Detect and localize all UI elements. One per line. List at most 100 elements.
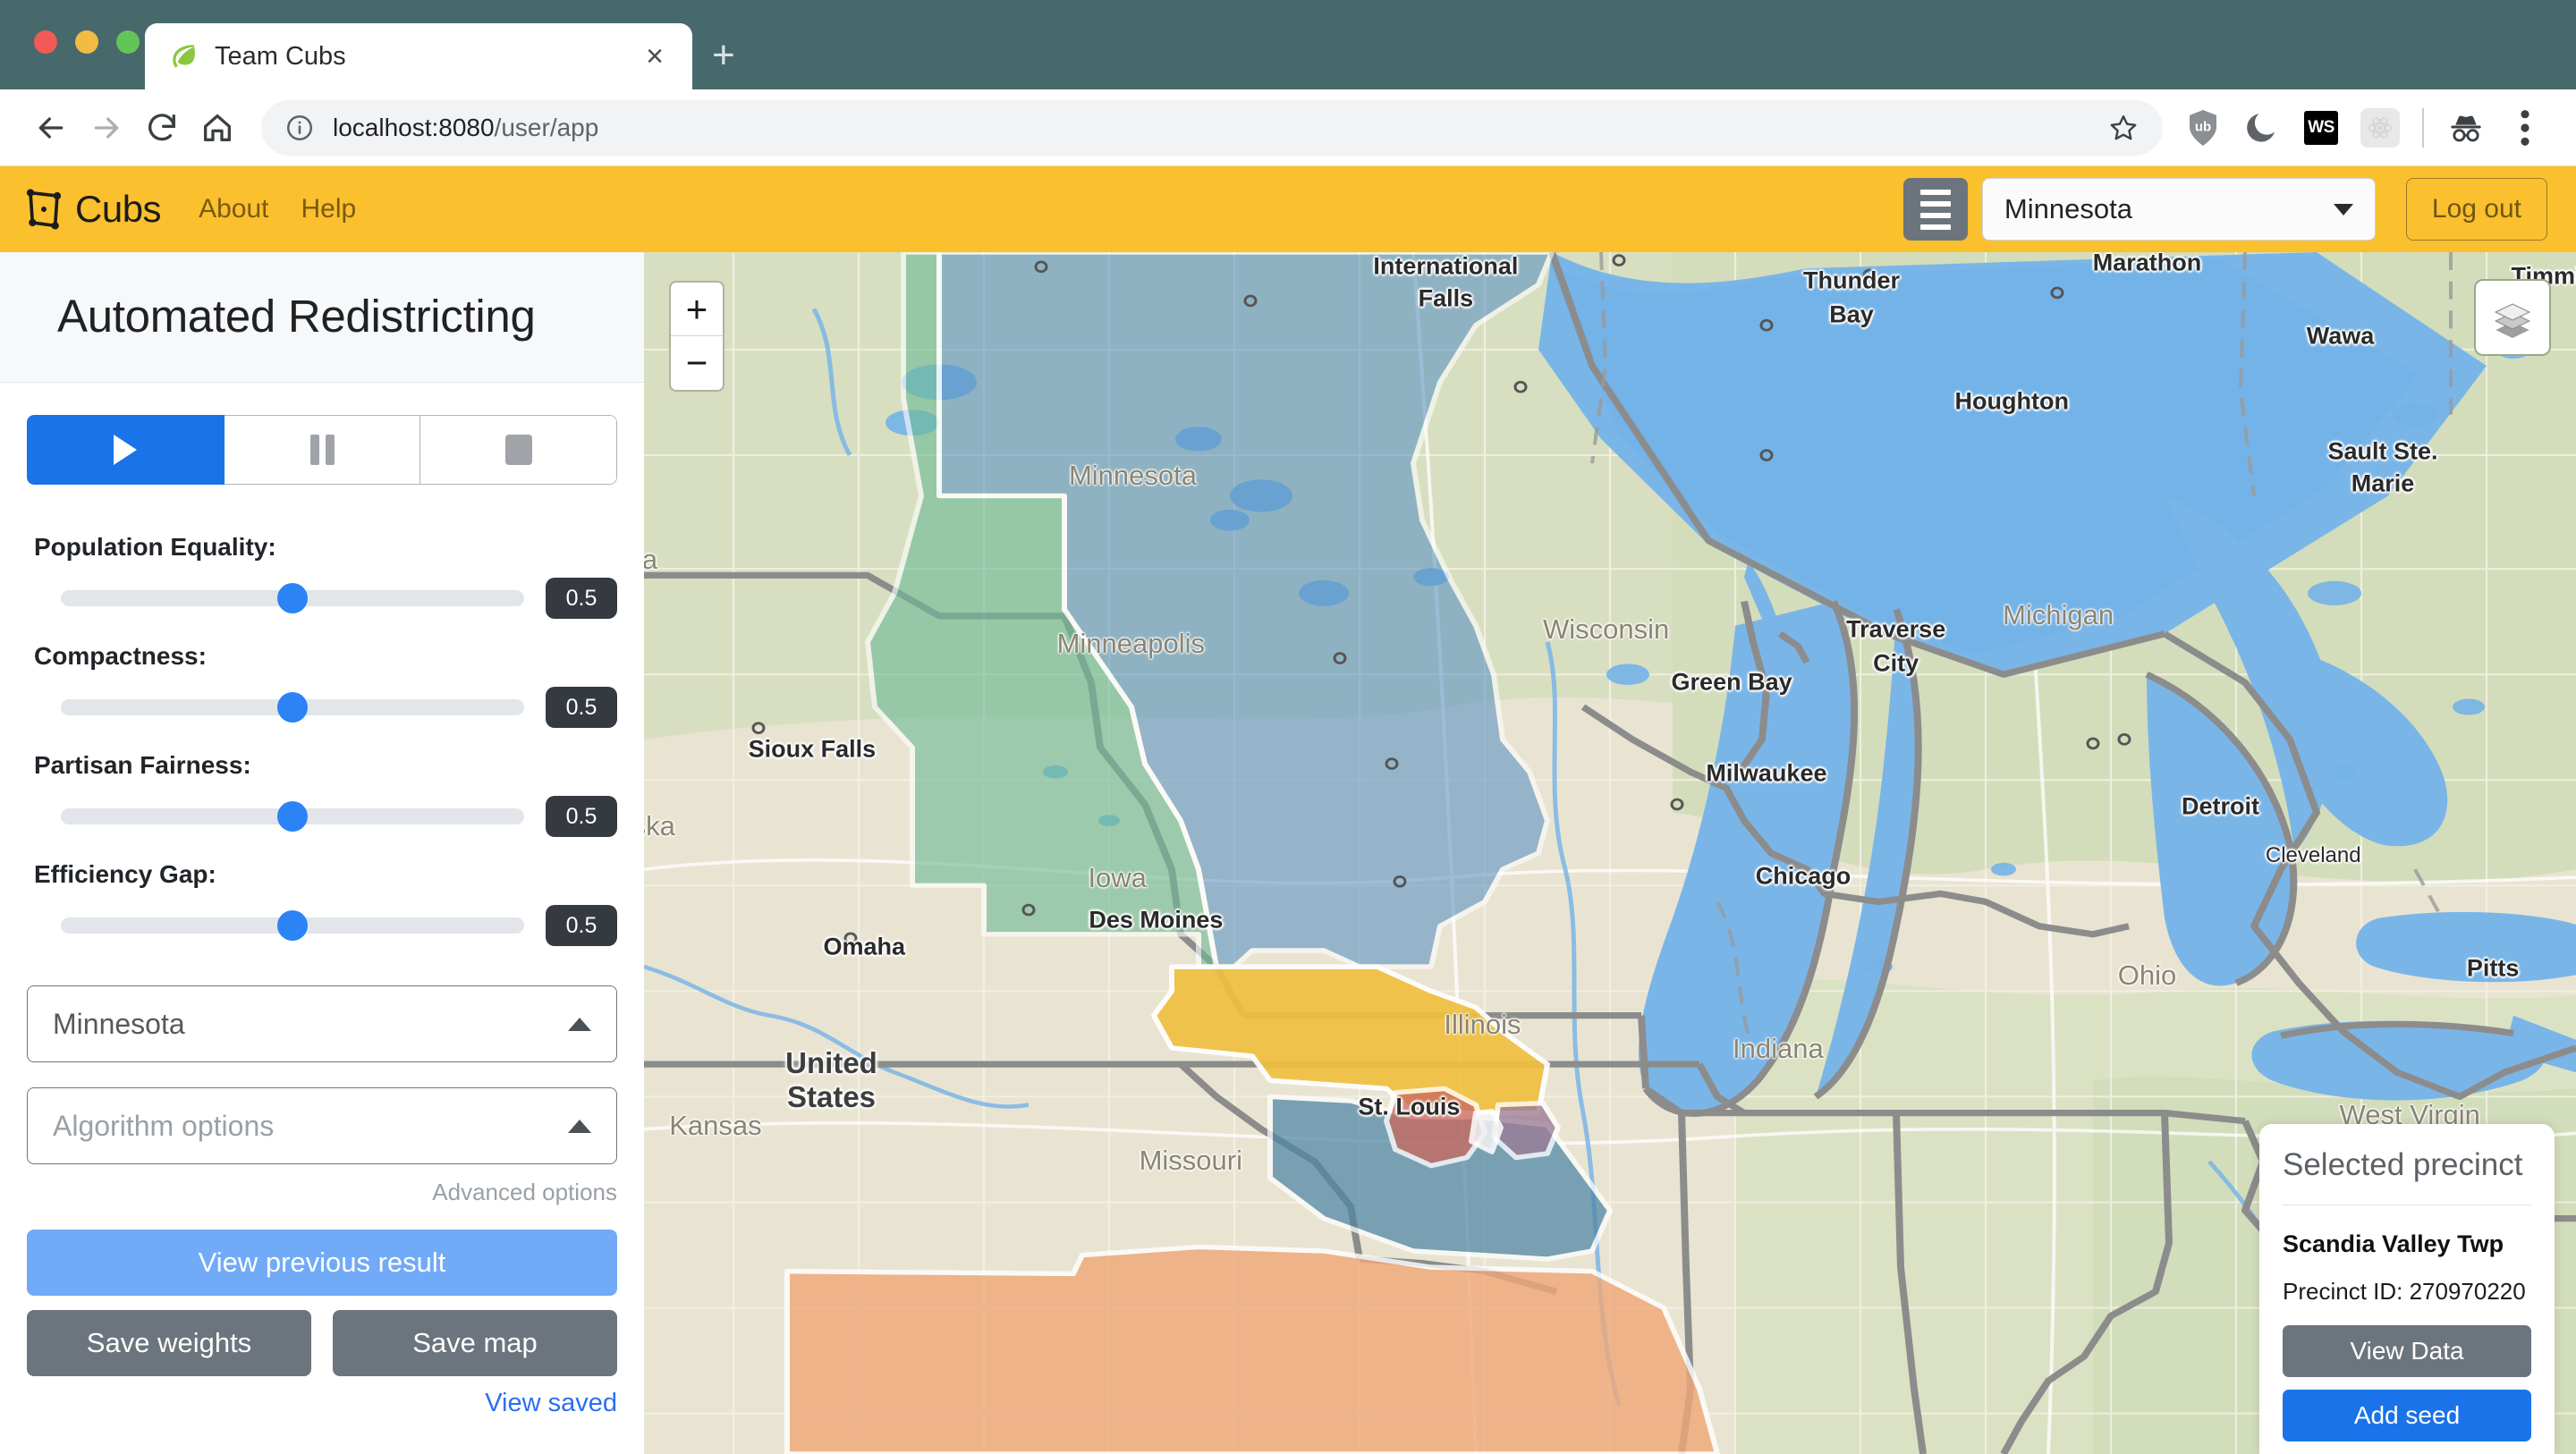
nav-link-help[interactable]: Help	[301, 194, 356, 224]
slider-label-efficiency-gap: Efficiency Gap:	[34, 860, 216, 888]
selected-precinct-title: Selected precinct	[2283, 1147, 2531, 1205]
transport-controls	[27, 415, 617, 485]
view-previous-result-button[interactable]: View previous result	[27, 1230, 617, 1296]
toolbar-divider	[2422, 107, 2424, 148]
sidebar-state-dropdown-value: Minnesota	[53, 1007, 185, 1040]
three-dot-menu-icon[interactable]	[2497, 100, 2553, 156]
browser-window: Team Cubs × + localhost:8080/user/app ub	[0, 0, 2576, 1454]
slider-label-partisan-fairness: Partisan Fairness:	[34, 751, 251, 779]
list-line	[1919, 189, 1951, 195]
play-button[interactable]	[27, 415, 225, 485]
page-title: Automated Redistricting	[57, 291, 536, 342]
close-icon[interactable]: ×	[640, 41, 669, 72]
ws-badge: WS	[2304, 110, 2338, 145]
slider-label-population-equality: Population Equality:	[34, 533, 276, 561]
url-path: /user/app	[494, 113, 599, 141]
info-circle-icon[interactable]	[284, 113, 315, 143]
browser-tab[interactable]: Team Cubs ×	[145, 23, 692, 89]
url-host: localhost:8080	[333, 113, 495, 141]
maximize-window-button[interactable]	[116, 30, 140, 54]
forward-arrow-icon[interactable]	[79, 100, 134, 156]
view-saved-link[interactable]: View saved	[27, 1389, 617, 1418]
tab-title: Team Cubs	[215, 41, 346, 71]
slider-value-compactness: 0.5	[546, 687, 617, 728]
main-content: Automated Redistricting Population Equal	[0, 252, 2576, 1454]
brand-link[interactable]: Cubs	[23, 188, 162, 231]
zoom-out-button[interactable]: −	[671, 336, 723, 390]
list-line	[1919, 200, 1951, 207]
reload-icon[interactable]	[134, 100, 190, 156]
window-traffic-lights	[34, 30, 140, 54]
view-data-button[interactable]: View Data	[2283, 1325, 2531, 1377]
district-enclave	[1469, 1109, 1504, 1154]
slider-row-population-equality: 0.5	[27, 578, 617, 619]
react-atom-icon	[2360, 107, 2400, 148]
slider-row-efficiency-gap: 0.5	[27, 905, 617, 946]
list-line	[1919, 212, 1951, 218]
slider-thumb[interactable]	[277, 583, 308, 613]
slider-thumb[interactable]	[277, 910, 308, 941]
advanced-options-link[interactable]: Advanced options	[27, 1179, 617, 1206]
slider-population-equality[interactable]	[61, 583, 524, 613]
minimize-window-button[interactable]	[75, 30, 98, 54]
slider-efficiency-gap[interactable]	[61, 910, 524, 941]
logout-button[interactable]: Log out	[2405, 178, 2547, 241]
new-tab-button[interactable]: +	[712, 36, 735, 75]
map-viewport[interactable]: International Falls Thunder Bay Marathon…	[644, 252, 2576, 1454]
header-state-select-value: Minnesota	[2004, 193, 2132, 224]
header-state-select[interactable]: Minnesota	[1981, 178, 2376, 241]
district-orange	[784, 1244, 1720, 1454]
home-icon[interactable]	[190, 100, 245, 156]
list-line	[1919, 224, 1951, 230]
address-bar[interactable]: localhost:8080/user/app	[261, 99, 2163, 156]
district-purple	[1491, 1100, 1561, 1161]
chevron-down-icon	[2333, 203, 2353, 216]
play-icon	[114, 435, 138, 465]
extension-icons: ub WS	[2175, 100, 2553, 156]
add-seed-button[interactable]: Add seed	[2283, 1390, 2531, 1441]
algorithm-options-dropdown[interactable]: Algorithm options	[27, 1087, 617, 1164]
wappalyzer-ws-icon[interactable]: WS	[2293, 100, 2349, 156]
selected-precinct-id: Precinct ID: 270970220	[2283, 1278, 2526, 1305]
save-button-row: Save weights Save map	[27, 1310, 617, 1376]
brand-name: Cubs	[75, 188, 162, 230]
slider-thumb[interactable]	[277, 801, 308, 832]
chevron-up-icon	[568, 1119, 591, 1133]
slider-thumb[interactable]	[277, 692, 308, 723]
slider-label-compactness: Compactness:	[34, 642, 207, 670]
map-zoom-controls: + −	[669, 281, 724, 392]
save-map-button[interactable]: Save map	[333, 1310, 617, 1376]
list-lines-icon[interactable]	[1902, 178, 1968, 241]
panel-header: Automated Redistricting	[0, 252, 644, 383]
stop-icon	[504, 435, 532, 465]
save-weights-button[interactable]: Save weights	[27, 1310, 311, 1376]
slider-value-population-equality: 0.5	[546, 578, 617, 619]
ublock-origin-icon[interactable]: ub	[2175, 100, 2231, 156]
layers-stack-icon	[2494, 303, 2531, 338]
dark-mode-moon-icon[interactable]	[2234, 100, 2290, 156]
react-devtools-icon[interactable]	[2352, 100, 2408, 156]
bookmark-star-icon[interactable]	[2107, 112, 2140, 144]
back-arrow-icon[interactable]	[23, 100, 79, 156]
slider-compactness[interactable]	[61, 692, 524, 723]
control-sidebar: Automated Redistricting Population Equal	[0, 252, 644, 1454]
sidebar-body: Population Equality: 0.5 Compactness: 0.…	[0, 383, 644, 1418]
sidebar-state-dropdown[interactable]: Minnesota	[27, 985, 617, 1062]
nav-link-about[interactable]: About	[199, 194, 268, 224]
map-layers-button[interactable]	[2474, 279, 2551, 356]
pause-button[interactable]	[224, 415, 421, 485]
slider-row-compactness: 0.5	[27, 687, 617, 728]
incognito-icon[interactable]	[2438, 100, 2494, 156]
leaf-icon	[173, 45, 195, 68]
slider-partisan-fairness[interactable]	[61, 801, 524, 832]
svg-text:ub: ub	[2195, 119, 2211, 134]
slider-value-efficiency-gap: 0.5	[546, 905, 617, 946]
algorithm-options-dropdown-value: Algorithm options	[53, 1109, 275, 1142]
zoom-in-button[interactable]: +	[671, 283, 723, 336]
selected-precinct-name: Scandia Valley Twp	[2283, 1230, 2504, 1257]
stop-button[interactable]	[420, 415, 617, 485]
weight-sliders: Population Equality: 0.5 Compactness: 0.…	[27, 533, 617, 946]
app-header: Cubs About Help Minnesota Log out	[0, 166, 2576, 252]
district-red	[1384, 1086, 1487, 1169]
close-window-button[interactable]	[34, 30, 57, 54]
